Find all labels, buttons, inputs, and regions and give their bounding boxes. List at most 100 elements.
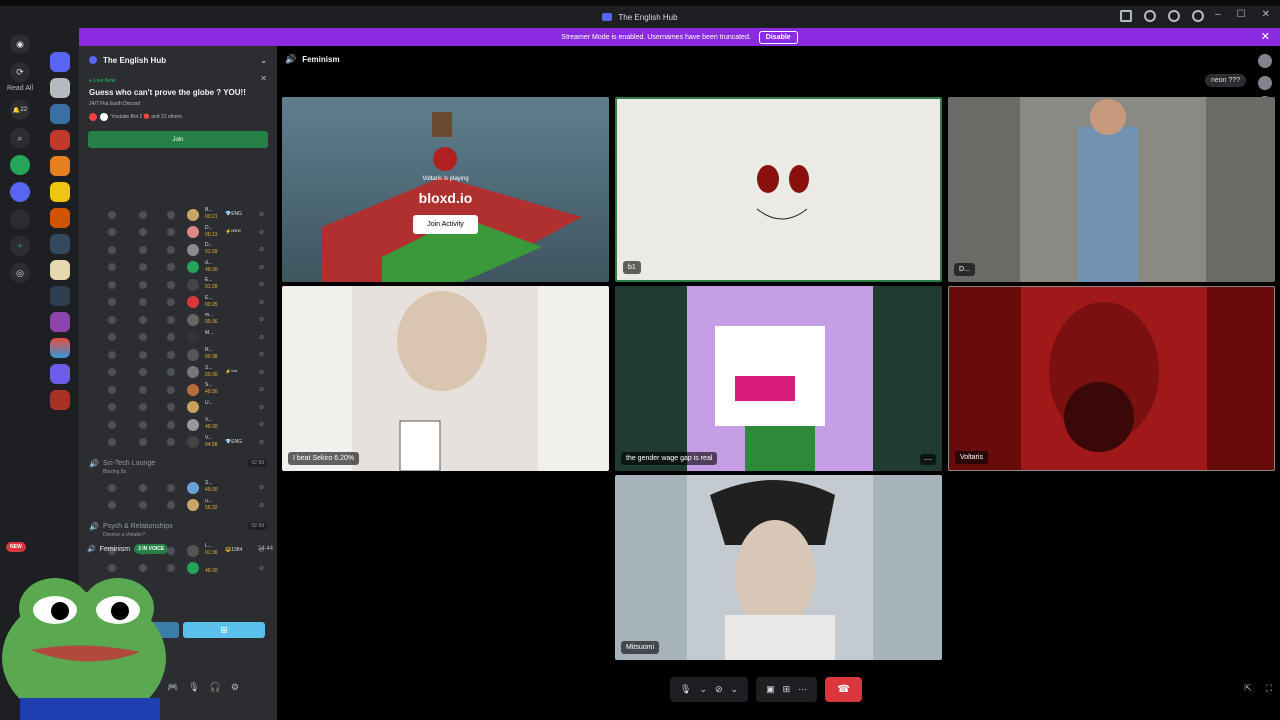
screen-icon: [108, 315, 116, 324]
participant-tile-d[interactable]: D...: [948, 97, 1275, 282]
voice-user-row[interactable]: E... 01:28 ⊘: [79, 276, 277, 294]
voice-user-row[interactable]: S... 49:30 ⊘: [79, 479, 277, 497]
art-image: [1021, 287, 1207, 470]
add-server-icon[interactable]: +: [10, 236, 30, 256]
more-icon[interactable]: ⋯: [798, 684, 807, 695]
channel-header: 🔊 Feminism: [285, 54, 340, 65]
server-icon[interactable]: [50, 364, 70, 384]
voice-user-row[interactable]: m... 00:36 ⊘: [79, 311, 277, 329]
avatar: [187, 208, 199, 221]
server-icon[interactable]: [50, 130, 70, 150]
microphone-icon[interactable]: 🎙: [680, 684, 691, 695]
voice-user-row[interactable]: V... 49:30 ⊘: [79, 416, 277, 434]
activity-icon[interactable]: ⊞: [783, 684, 791, 695]
server-icon[interactable]: [50, 234, 70, 254]
voice-user-row[interactable]: B... 00:21 💎ENG ⊘: [79, 206, 277, 224]
disable-button[interactable]: Disable: [758, 30, 798, 44]
server-icon[interactable]: [50, 78, 70, 98]
server-icon[interactable]: [50, 182, 70, 202]
settings-icon[interactable]: ⚙: [231, 682, 239, 693]
participant-tile-voltaris[interactable]: Voltaris: [948, 286, 1275, 471]
voice-user-row[interactable]: D... 00:13 ⚡ᴴᴿᴱᵂ ⊘: [79, 224, 277, 242]
server-icon[interactable]: [50, 104, 70, 124]
server-icon[interactable]: [50, 156, 70, 176]
maximize-icon[interactable]: ☐: [1237, 9, 1246, 20]
chevron-down-icon[interactable]: ⌄: [699, 684, 707, 695]
avatar: [187, 313, 199, 326]
server-icon[interactable]: [50, 208, 70, 228]
camera-off-icon[interactable]: ⊘: [715, 684, 723, 695]
activity-button[interactable]: ⊞: [183, 622, 265, 638]
user-name: U...: [205, 399, 213, 406]
help-icon[interactable]: [1144, 10, 1156, 22]
headset-icon: [167, 333, 175, 342]
microphone-icon[interactable]: 🎙: [188, 682, 199, 693]
camera-icon: [139, 298, 147, 307]
xbox-icon[interactable]: [1192, 10, 1204, 22]
avatar[interactable]: [1258, 76, 1272, 90]
live-now-card[interactable]: ● Live Now Guess who can't prove the glo…: [87, 74, 269, 125]
server-icon[interactable]: [50, 260, 70, 280]
read-all-label: Read All: [6, 85, 34, 92]
participant-name: D...: [954, 263, 975, 276]
disconnect-button[interactable]: ☎: [825, 677, 863, 702]
explore-icon[interactable]: ◎: [10, 263, 30, 283]
user-tag: 💎ENG: [225, 211, 243, 217]
server-icon[interactable]: [50, 52, 70, 72]
voice-channel-psych[interactable]: 🔊 Psych & Relationships 02 99: [79, 520, 277, 532]
popout-icon[interactable]: ⇱: [1244, 683, 1252, 694]
voice-channel-scitech[interactable]: 🔊 Sci-Tech Lounge 02 99: [79, 457, 277, 469]
participant-tile-sekiro[interactable]: I beat Sekiro 6.20%: [282, 286, 609, 471]
close-icon[interactable]: ✕: [260, 74, 267, 83]
read-all-icon[interactable]: ⟳: [10, 62, 30, 82]
more-options-icon[interactable]: ⋯: [920, 454, 936, 465]
voice-user-row[interactable]: S... 00:30 ⚡ʰʷᵉ ⊘: [79, 364, 277, 382]
participant-tile-wage-gap[interactable]: the gender wage gap is real ⋯: [615, 286, 942, 471]
search-icon[interactable]: ⌕: [10, 128, 30, 148]
activity-caption: Voltaris is playing: [422, 176, 469, 182]
banner-message: Streamer Mode is enabled. Usernames have…: [561, 33, 751, 41]
voice-user-row[interactable]: D... 01:39 ⊘: [79, 241, 277, 259]
server-icon[interactable]: [50, 312, 70, 332]
activity-tile[interactable]: Voltaris is playing bloxd.io Join Activi…: [282, 97, 609, 282]
close-icon[interactable]: ✕: [1262, 9, 1270, 20]
fullscreen-icon[interactable]: ⛶: [1266, 683, 1272, 694]
voice-user-row[interactable]: M... ⊘: [79, 329, 277, 347]
join-activity-button[interactable]: Join Activity: [413, 215, 478, 234]
voice-user-row[interactable]: u... 56:32 ⊘: [79, 497, 277, 515]
inbox-icon[interactable]: [1120, 10, 1132, 22]
voice-user-row[interactable]: V... 04:58 💎ENG ⊘: [79, 434, 277, 452]
chevron-down-icon[interactable]: ⌄: [731, 684, 739, 695]
server-icon[interactable]: [10, 155, 30, 175]
avatar: [187, 261, 199, 274]
banner-close-icon[interactable]: ✕: [1261, 30, 1270, 43]
participant-tile-mitsuomi[interactable]: Mitsuomi: [615, 475, 942, 660]
screen-icon: [108, 210, 116, 219]
minimize-icon[interactable]: –: [1215, 9, 1221, 20]
window-titlebar: The English Hub – ☐ ✕: [0, 0, 1280, 28]
server-header[interactable]: The English Hub ⌄: [79, 46, 277, 74]
server-icon[interactable]: [50, 390, 70, 410]
chevron-down-icon[interactable]: ⌄: [260, 56, 267, 65]
voice-user-row[interactable]: R... 00:38 ⊘: [79, 346, 277, 364]
screen-share-icon[interactable]: ▣: [766, 684, 775, 695]
folder-icon[interactable]: [10, 182, 30, 202]
voice-user-row[interactable]: E... 00:25 ⊘: [79, 294, 277, 312]
server-folder-icon[interactable]: [10, 209, 30, 229]
pepe-overlay: [2, 578, 166, 720]
headphones-icon[interactable]: 🎧: [210, 682, 221, 693]
voice-user-row[interactable]: d... 49:30 ⊘: [79, 259, 277, 277]
join-button[interactable]: Join: [88, 131, 268, 148]
avatar[interactable]: [1258, 54, 1272, 68]
participant-status: the gender wage gap is real: [621, 452, 718, 465]
character-art-image: [687, 475, 873, 660]
participant-tile-b1[interactable]: b1: [615, 97, 942, 282]
gamepad-icon[interactable]: 🎮: [167, 682, 178, 693]
server-icon[interactable]: [50, 286, 70, 306]
voice-user-row[interactable]: S... 49:30 ⊘: [79, 381, 277, 399]
settings-icon[interactable]: [1168, 10, 1180, 22]
notification-icon[interactable]: 🔔 22: [10, 100, 30, 120]
discord-home-icon[interactable]: ◉: [10, 34, 30, 54]
voice-user-row[interactable]: U... ⊘: [79, 399, 277, 417]
server-icon[interactable]: [50, 338, 70, 358]
